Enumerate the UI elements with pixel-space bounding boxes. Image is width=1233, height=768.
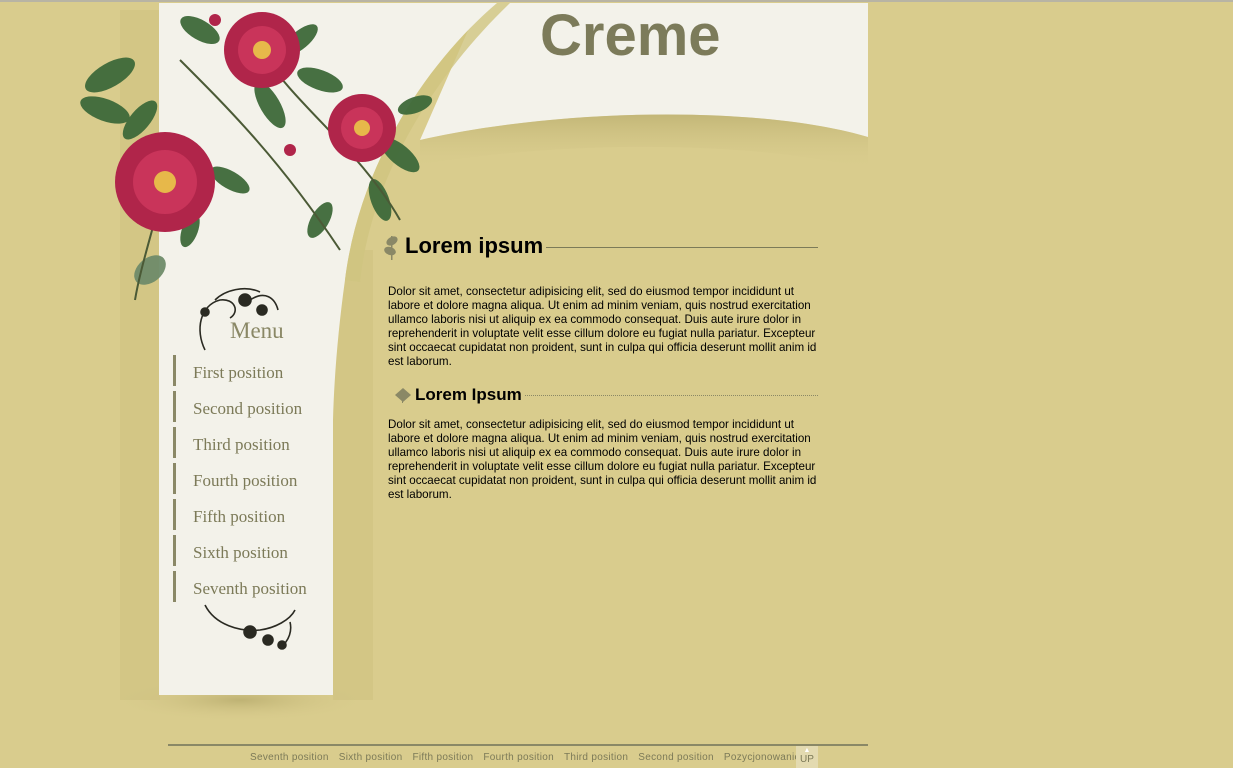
leaf-bullet-icon — [384, 236, 398, 260]
back-to-top-label: UP — [800, 754, 814, 765]
menu-item-sixth[interactable]: Sixth position — [173, 535, 333, 566]
footer-link[interactable]: Third position — [559, 752, 633, 763]
rose-flower — [115, 132, 215, 232]
menu-item-first[interactable]: First position — [173, 355, 333, 386]
back-to-top-button[interactable]: ▲ UP — [796, 746, 818, 768]
footer-rule — [168, 744, 868, 746]
sidebar-menu: First position Second position Third pos… — [173, 355, 333, 607]
menu-item-seventh[interactable]: Seventh position — [173, 571, 333, 602]
footer-link[interactable]: Second position — [633, 752, 719, 763]
footer-link[interactable]: Seventh position — [245, 752, 334, 763]
footer-link[interactable]: Pozycjonowanie — [719, 752, 805, 763]
footer-nav: Seventh position Sixth position Fifth po… — [245, 752, 805, 763]
content-paragraph: Dolor sit amet, consectetur adipisicing … — [388, 418, 817, 501]
menu-item-fourth[interactable]: Fourth position — [173, 463, 333, 494]
menu-item-fifth[interactable]: Fifth position — [173, 499, 333, 530]
content-paragraph: Dolor sit amet, consectetur adipisicing … — [388, 285, 817, 368]
footer-link[interactable]: Fifth position — [407, 752, 478, 763]
footer-link[interactable]: Sixth position — [334, 752, 408, 763]
content-subheading: Lorem Ipsum — [415, 385, 525, 405]
leaf-small-bullet-icon — [395, 388, 411, 403]
rose-flower — [328, 94, 396, 162]
menu-item-third[interactable]: Third position — [173, 427, 333, 458]
footer-link[interactable]: Fourth position — [478, 752, 559, 763]
rose-flower — [224, 12, 300, 88]
site-title: Creme — [540, 3, 721, 68]
up-arrow-icon: ▲ — [803, 747, 811, 754]
menu-heading: Menu — [230, 318, 284, 343]
menu-item-second[interactable]: Second position — [173, 391, 333, 422]
content-heading: Lorem ipsum — [405, 233, 547, 259]
